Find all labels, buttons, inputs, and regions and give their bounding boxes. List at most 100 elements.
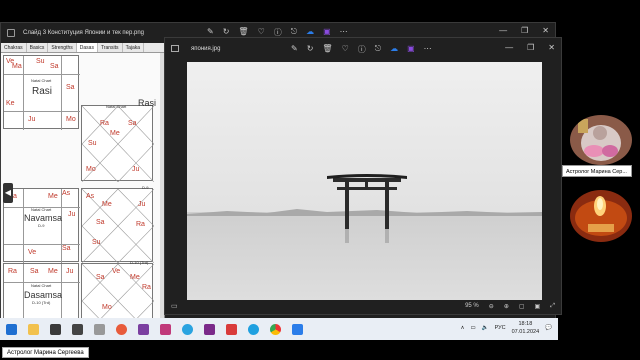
planet-label: Ra — [136, 221, 145, 228]
chart-title: Navamsa — [24, 213, 63, 223]
torii-illustration — [187, 62, 542, 300]
maximize-icon[interactable]: ❐ — [527, 43, 534, 52]
cloud-icon[interactable]: ☁ — [390, 44, 398, 55]
chart-subtitle: D-10 (Trd) — [32, 300, 51, 305]
front-title-bar: япония.jpg ✎ ↻ 🗑 ♡ ⓘ ⎋ ☁ ▣ ⋯ — ❐ ✕ — [165, 38, 561, 60]
minimize-icon[interactable]: — — [499, 26, 507, 35]
camera-icon[interactable] — [50, 323, 61, 335]
planet-label: Ju — [66, 268, 74, 275]
planet-label: Ju — [138, 201, 146, 208]
tab-transits: Transits — [98, 43, 123, 52]
windows-start-icon[interactable] — [6, 323, 17, 335]
app-icon[interactable] — [204, 323, 215, 335]
webcam-tile-top — [570, 115, 632, 165]
info-icon[interactable]: ⓘ — [358, 44, 366, 55]
photos-app-icon — [171, 45, 179, 52]
fullscreen-icon[interactable]: ⤢ — [550, 303, 555, 310]
front-window-title: япония.jpg — [191, 46, 221, 52]
webcam-name-label: Астролог Марина Сер... — [562, 165, 632, 177]
planet-label: Mo — [66, 116, 76, 123]
chrome-icon[interactable] — [270, 323, 281, 335]
astrology-tabs: Chakras Basics Strengths Dasas Transits … — [1, 43, 164, 53]
filmstrip-icon[interactable]: ▭ — [171, 302, 178, 310]
planet-label: Mo — [86, 166, 96, 173]
zoom-out-icon[interactable]: ⊖ — [489, 303, 494, 310]
share-icon[interactable]: ⎋ — [375, 44, 381, 55]
front-window-controls: — ❐ ✕ — [505, 43, 555, 52]
maximize-icon[interactable]: ❐ — [521, 26, 528, 35]
planet-label: Ra — [8, 268, 17, 275]
chart-label: Natal Chart — [31, 283, 52, 288]
chart-subtitle: D-9 — [142, 185, 149, 190]
chart-title: Rasi — [138, 98, 157, 108]
rasi-chart-south: Natal Chart Rasi Ve Ma Su Sa Sa Ke Ju Mo — [3, 55, 80, 130]
back-window-title: Слайд 3 Конституция Японии и тек пер.png — [23, 30, 144, 36]
app-icon[interactable] — [138, 323, 149, 335]
presenter-name-label: Астролог Марина Сергеева — [2, 347, 89, 358]
app-icon[interactable] — [226, 323, 237, 335]
chart-label: Natal Chart — [31, 207, 52, 212]
tab-basics: Basics — [27, 43, 49, 52]
planet-label: Me — [48, 268, 58, 275]
actual-size-icon[interactable]: ▣ — [535, 303, 541, 310]
pen-icon[interactable] — [72, 323, 83, 335]
delete-icon[interactable]: 🗑 — [322, 44, 332, 55]
planet-label: Ve — [112, 268, 121, 275]
tab-strengths: Strengths — [48, 43, 77, 52]
clipchamp-icon[interactable]: ▣ — [407, 44, 415, 55]
planet-label: Su — [92, 239, 101, 246]
planet-label: Su — [36, 58, 45, 65]
photos-icon[interactable] — [292, 323, 303, 335]
heart-icon[interactable]: ♡ — [342, 44, 349, 55]
skype-icon[interactable] — [248, 323, 259, 335]
language-indicator[interactable]: РУС — [495, 325, 506, 331]
firefox-icon[interactable] — [116, 323, 127, 335]
tab-tajaka: Tajaka — [123, 43, 145, 52]
webcam-tile-bottom — [570, 190, 632, 242]
app-icon[interactable] — [160, 323, 171, 335]
tab-chakras: Chakras — [1, 43, 27, 52]
planet-label: Me — [102, 201, 112, 208]
planet-label: Me — [48, 193, 58, 200]
front-toolbar: ✎ ↻ 🗑 ♡ ⓘ ⎋ ☁ ▣ ⋯ — [291, 44, 432, 55]
photos-app-icon — [7, 29, 15, 37]
chart-subtitle: D-10 (Trd) — [130, 260, 149, 265]
planet-label: Sa — [30, 268, 39, 275]
notification-icon[interactable]: 💬 — [545, 325, 552, 331]
chart-label: Natal Chart — [31, 78, 52, 83]
volume-icon[interactable]: 🔈 — [482, 325, 489, 331]
windows-taskbar: ∧ ▭ 🔈 РУС 18:18 07.01.2024 💬 — [0, 318, 558, 340]
rotate-icon[interactable]: ↻ — [307, 44, 314, 55]
front-photo-window: япония.jpg ✎ ↻ 🗑 ♡ ⓘ ⎋ ☁ ▣ ⋯ — ❐ ✕ ▭ 95 … — [164, 37, 562, 315]
previous-image-button[interactable]: ◀ — [3, 183, 13, 203]
clock-date: 07.01.2024 — [511, 329, 540, 335]
clock[interactable]: 18:18 07.01.2024 — [512, 320, 540, 336]
planet-label: Ve — [28, 249, 37, 256]
tab-dasas: Dasas — [76, 43, 98, 52]
close-icon[interactable]: ✕ — [542, 26, 549, 35]
planet-label: Ra — [142, 284, 151, 291]
viewer-status-bar: ▭ 95 % ⊖ ⊕ ▢ ▣ ⤢ — [165, 298, 561, 314]
planet-label: Sa — [50, 63, 59, 70]
planet-label: Ju — [68, 211, 76, 218]
minimize-icon[interactable]: — — [505, 43, 513, 52]
more-icon[interactable]: ⋯ — [424, 44, 432, 55]
back-window-controls: — ❐ ✕ — [499, 26, 549, 35]
planet-label: Sa — [62, 245, 71, 252]
planet-label: Ju — [132, 166, 140, 173]
fit-window-icon[interactable]: ▢ — [519, 303, 525, 310]
edit-icon[interactable]: ✎ — [291, 44, 298, 55]
tools-icon[interactable] — [94, 323, 105, 335]
candles-image — [570, 190, 632, 242]
torii-photo — [187, 62, 542, 300]
planet-label: Mo — [102, 304, 112, 311]
file-explorer-icon[interactable] — [28, 323, 39, 335]
chevron-up-icon[interactable]: ∧ — [461, 325, 465, 331]
telegram-icon[interactable] — [182, 323, 193, 335]
network-icon[interactable]: ▭ — [471, 325, 476, 331]
close-icon[interactable]: ✕ — [548, 43, 555, 52]
astrology-screenshot: Chakras Basics Strengths Dasas Transits … — [1, 43, 165, 321]
zoom-in-icon[interactable]: ⊕ — [504, 303, 509, 310]
navamsa-chart-south: Natal Chart Navamsa D-9 Ra Me As Ju Ve S… — [3, 188, 80, 263]
navamsa-chart-north: D-9 As Me Ju Sa Ra Su — [81, 185, 154, 263]
